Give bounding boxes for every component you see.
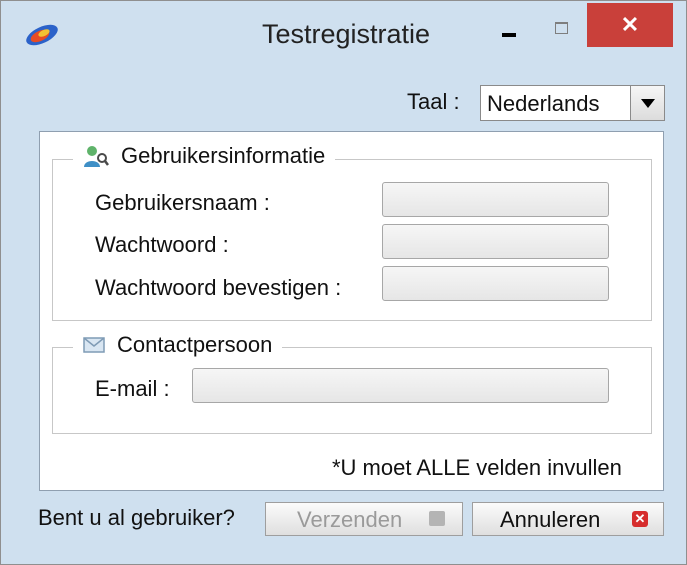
maximize-button[interactable] xyxy=(541,15,581,47)
title-bar: Testregistratie ✕ xyxy=(1,1,686,89)
window-title: Testregistratie xyxy=(261,19,431,49)
minimize-button[interactable] xyxy=(484,15,534,47)
email-label: E-mail : xyxy=(95,376,170,401)
language-select[interactable]: Nederlands xyxy=(480,85,665,121)
app-logo-icon xyxy=(26,24,58,46)
cancel-button-label: Annuleren xyxy=(500,507,601,532)
confirm-password-field[interactable] xyxy=(382,266,609,301)
envelope-icon xyxy=(83,337,105,353)
send-button-label: Verzenden xyxy=(297,507,403,532)
contact-group: Contactpersoon E-mail : xyxy=(52,332,652,434)
maximize-icon xyxy=(555,22,568,34)
user-info-legend: Gebruikersinformatie xyxy=(73,143,336,169)
username-field[interactable] xyxy=(382,182,609,217)
password-field[interactable] xyxy=(382,224,609,259)
send-button[interactable]: Verzenden xyxy=(265,502,463,536)
language-selected-value: Nederlands xyxy=(487,91,600,116)
language-label: Taal : xyxy=(407,89,460,114)
existing-user-link[interactable]: Bent u al gebruiker? xyxy=(38,505,235,531)
confirm-password-label: Wachtwoord bevestigen : xyxy=(95,275,342,300)
user-info-legend-text: Gebruikersinformatie xyxy=(121,143,326,168)
close-button[interactable]: ✕ xyxy=(587,3,673,47)
email-field[interactable] xyxy=(192,368,609,403)
cancel-icon: ✕ xyxy=(632,511,648,527)
users-search-icon xyxy=(84,146,109,167)
chevron-down-icon[interactable] xyxy=(630,86,664,120)
required-fields-note: *U moet ALLE velden invullen xyxy=(332,455,622,480)
registration-window: Testregistratie ✕ Taal : Nederlands Gebr… xyxy=(0,0,687,565)
contact-legend: Contactpersoon xyxy=(73,332,283,358)
password-label: Wachtwoord : xyxy=(95,232,229,257)
close-icon: ✕ xyxy=(620,12,640,37)
send-icon xyxy=(429,511,445,526)
form-panel: Gebruikersinformatie Gebruikersnaam : Wa… xyxy=(39,131,664,491)
contact-legend-text: Contactpersoon xyxy=(117,332,273,357)
cancel-button[interactable]: Annuleren ✕ xyxy=(472,502,664,536)
minimize-icon xyxy=(502,33,516,37)
username-label: Gebruikersnaam : xyxy=(95,190,270,215)
user-info-group: Gebruikersinformatie Gebruikersnaam : Wa… xyxy=(52,143,652,321)
